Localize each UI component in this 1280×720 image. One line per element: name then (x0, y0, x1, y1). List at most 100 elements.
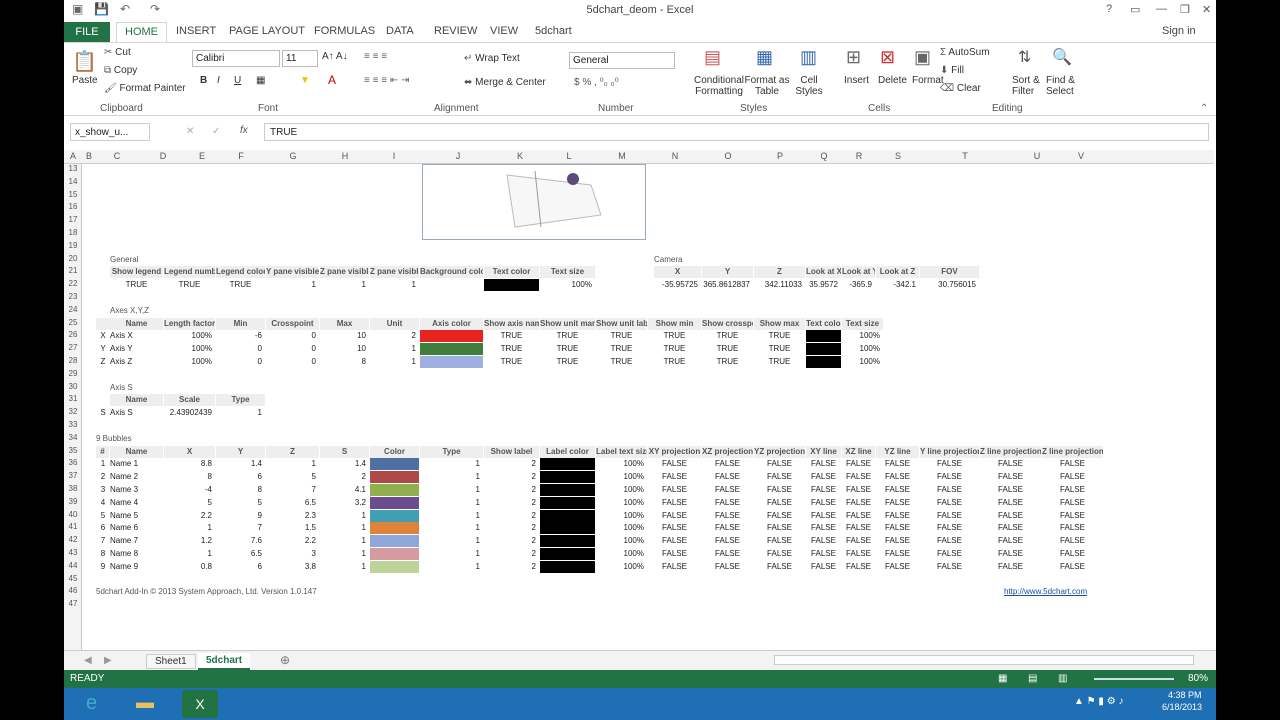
bubble-flag[interactable]: FALSE (876, 561, 919, 573)
bubble-flag[interactable]: FALSE (702, 522, 753, 534)
format-cells-button[interactable]: Format (912, 75, 944, 86)
bubble-label-color-swatch[interactable] (540, 509, 595, 522)
bubble-flag[interactable]: FALSE (980, 471, 1041, 483)
axis-name[interactable]: Axis Y (110, 343, 163, 355)
bubble-flag[interactable]: FALSE (980, 484, 1041, 496)
axis-value[interactable]: 0 (266, 330, 319, 342)
formula-input[interactable]: TRUE (264, 123, 1209, 141)
bubble-color-swatch[interactable] (370, 458, 419, 471)
axis-s-type[interactable]: 1 (216, 407, 265, 419)
zoom-slider[interactable] (1094, 678, 1174, 680)
bubble-flag[interactable]: FALSE (806, 535, 841, 547)
bubble-value[interactable]: 7 (266, 484, 319, 496)
footer-link[interactable]: http://www.5dchart.com (1004, 586, 1104, 598)
bubble-flag[interactable]: FALSE (920, 535, 979, 547)
row-header-36[interactable]: 36 (64, 458, 82, 467)
axis-color-swatch[interactable] (420, 330, 483, 343)
cancel-icon[interactable]: ✕ (186, 126, 194, 137)
file-explorer-icon[interactable]: ▬ (136, 692, 154, 713)
bubble-value[interactable]: 3.8 (266, 561, 319, 573)
bubble-flag[interactable]: FALSE (980, 497, 1041, 509)
embedded-chart[interactable] (422, 164, 646, 240)
normal-view-icon[interactable]: ▦ (998, 673, 1007, 684)
bubble-flag[interactable]: FALSE (920, 561, 979, 573)
bubble-index[interactable]: 2 (96, 471, 110, 483)
bubble-value[interactable]: 1 (320, 510, 369, 522)
row-header-17[interactable]: 17 (64, 215, 82, 224)
bubble-label-size[interactable]: 100% (596, 561, 647, 573)
bubble-flag[interactable]: FALSE (980, 522, 1041, 534)
axis-flag[interactable]: TRUE (596, 343, 647, 355)
bubble-value[interactable]: 5 (164, 497, 215, 509)
axis-s-scale[interactable]: 2.43902439 (164, 407, 215, 419)
axis-flag[interactable]: TRUE (648, 356, 701, 368)
bubble-value[interactable]: 1 (164, 522, 215, 534)
bubble-type[interactable]: 1 (420, 510, 483, 522)
bubble-color-swatch[interactable] (370, 522, 419, 535)
align-top-icon[interactable]: ≡ ≡ ≡ (364, 51, 387, 62)
bubble-value[interactable]: 4.1 (320, 484, 369, 496)
axis-flag[interactable]: TRUE (484, 343, 539, 355)
bubble-index[interactable]: 5 (96, 510, 110, 522)
col-header-Q[interactable]: Q (806, 151, 842, 161)
col-header-U[interactable]: U (1010, 151, 1064, 161)
align-left-icon[interactable]: ≡ ≡ ≡ ⇤ ⇥ (364, 75, 409, 86)
bubble-flag[interactable]: FALSE (1042, 510, 1103, 522)
bubble-flag[interactable]: FALSE (1042, 522, 1103, 534)
axis-name[interactable]: Axis Z (110, 356, 163, 368)
collapse-ribbon-icon[interactable]: ⌃ (1200, 103, 1208, 114)
axis-text-color-swatch[interactable] (806, 330, 841, 343)
bubble-color-swatch[interactable] (370, 548, 419, 560)
bubble-show-label[interactable]: 2 (484, 548, 539, 560)
bubble-flag[interactable]: FALSE (754, 561, 805, 573)
bubble-value[interactable]: 1.4 (216, 458, 265, 470)
col-header-V[interactable]: V (1064, 151, 1098, 161)
bubble-flag[interactable]: FALSE (920, 458, 979, 470)
page-break-view-icon[interactable]: ▥ (1058, 673, 1067, 684)
bubble-flag[interactable]: FALSE (920, 548, 979, 560)
row-header-38[interactable]: 38 (64, 484, 82, 493)
row-header-41[interactable]: 41 (64, 522, 82, 531)
bubble-flag[interactable]: FALSE (1042, 484, 1103, 496)
row-header-43[interactable]: 43 (64, 548, 82, 557)
general-value[interactable]: 1 (370, 279, 419, 291)
sheet-tab-sheet1[interactable]: Sheet1 (146, 654, 196, 669)
general-value[interactable]: TRUE (164, 279, 215, 291)
bubble-value[interactable]: 6.5 (216, 548, 265, 560)
row-header-22[interactable]: 22 (64, 279, 82, 288)
general-text-color-swatch[interactable] (484, 279, 539, 292)
bubble-type[interactable]: 1 (420, 471, 483, 483)
col-header-N[interactable]: N (648, 151, 702, 161)
bubble-flag[interactable]: FALSE (980, 561, 1041, 573)
bubble-color-swatch[interactable] (370, 509, 419, 522)
font-name-select[interactable]: Calibri (192, 50, 280, 67)
bubble-flag[interactable]: FALSE (920, 484, 979, 496)
axis-flag[interactable]: TRUE (702, 330, 753, 342)
row-header-20[interactable]: 20 (64, 254, 82, 263)
bubble-flag[interactable]: FALSE (842, 535, 875, 547)
col-header-P[interactable]: P (754, 151, 806, 161)
bubble-flag[interactable]: FALSE (920, 497, 979, 509)
axis-value[interactable]: 100% (164, 343, 215, 355)
find-select-button[interactable]: Find & Select (1046, 75, 1082, 97)
bubble-value[interactable]: 9 (216, 510, 265, 522)
paste-button[interactable]: Paste (72, 75, 98, 86)
bubble-flag[interactable]: FALSE (754, 522, 805, 534)
tab-page-layout[interactable]: PAGE LAYOUT (229, 25, 305, 37)
insert-function-icon[interactable]: fx (240, 125, 248, 136)
bubble-flag[interactable]: FALSE (1042, 535, 1103, 547)
row-header-31[interactable]: 31 (64, 394, 82, 403)
bubble-show-label[interactable]: 2 (484, 484, 539, 496)
bubble-flag[interactable]: FALSE (876, 484, 919, 496)
help-icon[interactable]: ? (1106, 3, 1112, 15)
row-header-15[interactable]: 15 (64, 190, 82, 199)
bubble-label-size[interactable]: 100% (596, 535, 647, 547)
bubble-flag[interactable]: FALSE (842, 548, 875, 560)
bubble-flag[interactable]: FALSE (1042, 561, 1103, 573)
row-header-37[interactable]: 37 (64, 471, 82, 480)
bubble-flag[interactable]: FALSE (754, 471, 805, 483)
row-header-18[interactable]: 18 (64, 228, 82, 237)
bubble-value[interactable]: 1.2 (164, 535, 215, 547)
bubble-index[interactable]: 8 (96, 548, 110, 560)
bubble-label-color-swatch[interactable] (540, 560, 595, 573)
